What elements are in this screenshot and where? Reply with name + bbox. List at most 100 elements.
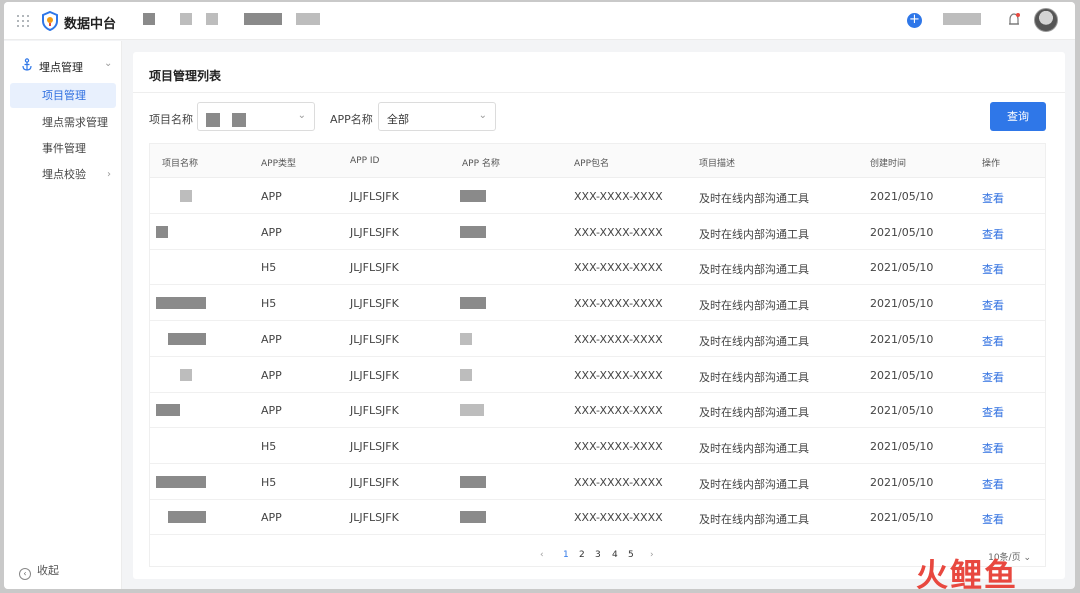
table-cell-app-id: JLJFLSJFK bbox=[350, 511, 399, 525]
redacted-project-name bbox=[180, 190, 192, 202]
view-link[interactable]: 查看 bbox=[982, 440, 1004, 456]
table-cell-desc: 及时在线内部沟通工具 bbox=[699, 263, 809, 277]
watermark-text: 鲤鱼 bbox=[950, 556, 1019, 589]
chevron-right-icon: › bbox=[107, 169, 111, 180]
bell-icon[interactable] bbox=[1007, 12, 1021, 28]
view-link[interactable]: 查看 bbox=[982, 511, 1004, 527]
view-link[interactable]: 查看 bbox=[982, 333, 1004, 349]
column-header: 项目描述 bbox=[699, 159, 736, 169]
table-cell-desc: 及时在线内部沟通工具 bbox=[699, 406, 809, 420]
next-page-button[interactable]: › bbox=[650, 550, 654, 560]
chevron-down-icon: ⌄ bbox=[478, 110, 487, 121]
redacted-app-name bbox=[460, 332, 472, 345]
view-link[interactable]: 查看 bbox=[982, 297, 1004, 313]
project-name-select[interactable]: ⌄ bbox=[197, 102, 315, 131]
query-button[interactable]: 查询 bbox=[990, 102, 1046, 131]
redacted-nav-item[interactable] bbox=[143, 13, 155, 25]
table-cell-type: APP bbox=[261, 190, 282, 203]
redacted-project-name bbox=[168, 511, 206, 524]
sidebar-item-label: 埋点需求管理 bbox=[42, 116, 108, 129]
anchor-icon bbox=[22, 58, 32, 71]
sidebar-collapse-button[interactable]: ‹ 收起 bbox=[19, 562, 59, 580]
page-title: 项目管理列表 bbox=[149, 69, 222, 83]
sidebar-group-label: 埋点管理 bbox=[39, 61, 83, 74]
app-title: 数据中台 bbox=[64, 17, 117, 32]
table-cell-app-id: JLJFLSJFK bbox=[350, 261, 399, 275]
pagination: ‹ 1 2 3 4 5 › 10条/页 ⌄ bbox=[150, 546, 1045, 566]
redacted-project-name bbox=[156, 475, 206, 488]
view-link[interactable]: 查看 bbox=[982, 226, 1004, 242]
table-cell-type: APP bbox=[261, 511, 282, 525]
table-cell-app-id: JLJFLSJFK bbox=[350, 332, 399, 346]
redacted-value bbox=[232, 113, 246, 127]
redacted-nav-item[interactable] bbox=[296, 13, 320, 25]
table-cell-desc: 及时在线内部沟通工具 bbox=[699, 227, 809, 241]
table-cell-app-id: JLJFLSJFK bbox=[350, 297, 399, 311]
table-header: 项目名称 APP类型 APP ID APP 名称 APP包名 项目描述 创建时间… bbox=[150, 144, 1045, 178]
column-header: 操作 bbox=[982, 159, 1001, 169]
apps-grid-icon[interactable] bbox=[17, 15, 29, 27]
table-cell-desc: 及时在线内部沟通工具 bbox=[699, 192, 809, 205]
table-cell-type: H5 bbox=[261, 439, 277, 453]
top-bar: 数据中台 + bbox=[4, 2, 1075, 40]
view-link[interactable]: 查看 bbox=[982, 369, 1004, 385]
table-cell-created: 2021/05/10 bbox=[870, 511, 934, 525]
table-cell-package: XXX-XXXX-XXXX bbox=[574, 368, 663, 382]
page-button[interactable]: 1 bbox=[563, 550, 569, 560]
table-row: APP JLJFLSJFK XXX-XXXX-XXXX 及时在线内部沟通工具 2021/… bbox=[150, 357, 1045, 393]
view-link[interactable]: 查看 bbox=[982, 190, 1004, 206]
table-cell-created: 2021/05/10 bbox=[870, 404, 934, 418]
redacted-nav-item[interactable] bbox=[206, 13, 218, 25]
sidebar-item-project-management[interactable]: 项目管理 bbox=[10, 83, 116, 108]
table-cell-desc: 及时在线内部沟通工具 bbox=[699, 441, 809, 455]
avatar[interactable] bbox=[1034, 8, 1058, 32]
table-cell-package: XXX-XXXX-XXXX bbox=[574, 511, 663, 525]
view-link[interactable]: 查看 bbox=[982, 476, 1004, 492]
table-cell-created: 2021/05/10 bbox=[870, 225, 934, 239]
sidebar-item-event-management[interactable]: 事件管理 bbox=[10, 136, 116, 161]
redacted-project-name bbox=[180, 368, 192, 381]
page-button[interactable]: 3 bbox=[595, 550, 601, 560]
sidebar-item-label: 埋点校验 bbox=[42, 168, 86, 181]
redacted-nav-item[interactable] bbox=[244, 13, 282, 25]
table-cell-desc: 及时在线内部沟通工具 bbox=[699, 334, 809, 348]
table-cell-app-id: JLJFLSJFK bbox=[350, 225, 399, 239]
sidebar-item-tracking-requirements[interactable]: 埋点需求管理 bbox=[10, 110, 116, 135]
redacted-nav-item[interactable] bbox=[180, 13, 192, 25]
table-row: H5 JLJFLSJFK XXX-XXXX-XXXX 及时在线内部沟通工具 2021/0… bbox=[150, 428, 1045, 464]
collapse-icon: ‹ bbox=[19, 568, 31, 580]
sidebar-group-tracking[interactable]: 埋点管理 ⌄ bbox=[4, 55, 122, 75]
column-header: 项目名称 bbox=[162, 159, 199, 169]
table-cell-created: 2021/05/10 bbox=[870, 368, 934, 382]
view-link[interactable]: 查看 bbox=[982, 261, 1004, 277]
table-cell-created: 2021/05/10 bbox=[870, 439, 934, 453]
table-cell-app-id: JLJFLSJFK bbox=[350, 439, 399, 453]
table-cell-app-id: JLJFLSJFK bbox=[350, 190, 399, 203]
sidebar-item-tracking-validation[interactable]: 埋点校验 › bbox=[10, 162, 116, 187]
plus-icon[interactable]: + bbox=[907, 13, 922, 28]
table-row: H5 JLJFLSJFK XXX-XXXX-XXXX 及时在线内部沟通工具 2021/0… bbox=[150, 464, 1045, 500]
watermark-logo: 火鲤鱼 bbox=[916, 550, 1018, 589]
page-button[interactable]: 2 bbox=[579, 550, 585, 560]
redacted-value bbox=[206, 113, 220, 127]
redacted-project-name bbox=[156, 404, 180, 417]
app-name-select[interactable]: 全部 ⌄ bbox=[378, 102, 496, 131]
redacted-app-name bbox=[460, 297, 486, 310]
table-cell-package: XXX-XXXX-XXXX bbox=[574, 475, 663, 489]
table-cell-app-id: JLJFLSJFK bbox=[350, 475, 399, 489]
collapse-label: 收起 bbox=[37, 564, 59, 577]
table-cell-app-id: JLJFLSJFK bbox=[350, 368, 399, 382]
page-button[interactable]: 4 bbox=[612, 550, 618, 560]
table-cell-package: XXX-XXXX-XXXX bbox=[574, 439, 663, 453]
project-name-label: 项目名称 bbox=[149, 113, 193, 126]
shield-logo-icon bbox=[42, 11, 58, 31]
redacted-user-name bbox=[943, 13, 981, 25]
redacted-app-name bbox=[460, 404, 484, 417]
redacted-project-name bbox=[156, 297, 206, 310]
view-link[interactable]: 查看 bbox=[982, 404, 1004, 420]
prev-page-button[interactable]: ‹ bbox=[540, 550, 544, 560]
table-row: APP JLJFLSJFK XXX-XXXX-XXXX 及时在线内部沟通工具 2021/… bbox=[150, 321, 1045, 357]
table-cell-package: XXX-XXXX-XXXX bbox=[574, 190, 663, 203]
table-cell-type: APP bbox=[261, 225, 282, 239]
page-button[interactable]: 5 bbox=[628, 550, 634, 560]
